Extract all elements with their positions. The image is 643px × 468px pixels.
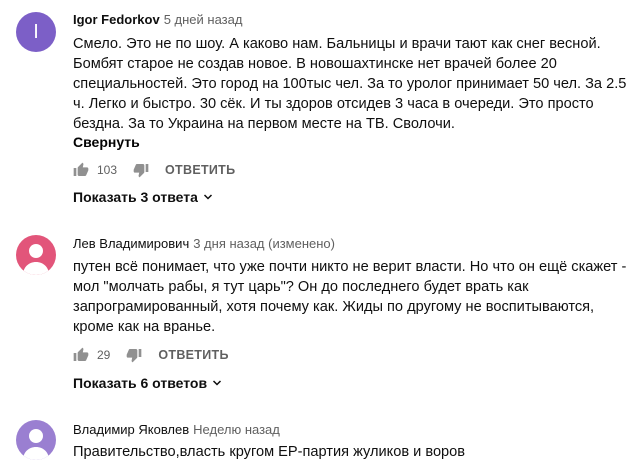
- comment-toolbar: 103 ОТВЕТИТЬ: [73, 158, 235, 182]
- author-name[interactable]: Igor Fedorkov: [73, 12, 160, 27]
- comment-text-line: бездна. За то Украина на первом месте на…: [73, 116, 455, 132]
- avatar[interactable]: I: [16, 12, 56, 52]
- like-button[interactable]: 29: [73, 347, 110, 363]
- comment-header: Владимир Яковлев Неделю назад: [73, 422, 280, 437]
- comment-text-line: Правительство,власть кругом ЕР-партия жу…: [73, 444, 466, 460]
- comment-text: Смело. Это не по шоу. А каково нам. Баль…: [73, 34, 628, 134]
- comment-text-line: специальностей. Это город на 100тыс чел.…: [73, 76, 627, 92]
- comment-text: Правительство,власть кругом ЕР-партия жу…: [73, 442, 628, 462]
- thumbs-down-icon: [133, 164, 149, 178]
- chevron-down-icon: [203, 194, 212, 200]
- author-name[interactable]: Лев Владимирович: [73, 236, 189, 251]
- comment-header: Igor Fedorkov 5 дней назад: [73, 12, 242, 27]
- like-button[interactable]: 103: [73, 162, 117, 178]
- comment-text-line: запрограмированный, хотя почему как. Жид…: [73, 299, 595, 315]
- comment-time[interactable]: Неделю назад: [193, 422, 280, 437]
- comment-text: путен всё понимает, что уже почти никто …: [73, 257, 628, 337]
- comment-toolbar: 29 ОТВЕТИТЬ: [73, 343, 229, 367]
- comment-text-line: путен всё понимает, что уже почти никто …: [73, 259, 627, 275]
- like-count: 29: [97, 348, 111, 362]
- comment-text-line: мол "молчать рабы, я тут царь"? Он до по…: [73, 279, 529, 295]
- comment-text-line: ч. Легко и быстро. 30 сёк. И ты здоров о…: [73, 96, 594, 112]
- show-replies-button[interactable]: Показать 3 ответа: [73, 189, 214, 205]
- comment-text-line: кроме как на вранье.: [73, 319, 216, 335]
- comment-time[interactable]: 3 дня назад (изменено): [193, 236, 335, 251]
- dislike-button[interactable]: [126, 347, 142, 363]
- comment-text-line: Бомбят старое не создав новое. В новошах…: [73, 56, 557, 72]
- reply-button[interactable]: ОТВЕТИТЬ: [165, 163, 235, 177]
- chevron-down-icon: [213, 380, 222, 386]
- thumbs-down-icon: [127, 349, 142, 363]
- avatar-letter: I: [33, 21, 39, 43]
- comment-header: Лев Владимирович 3 дня назад (изменено): [73, 236, 335, 251]
- show-replies-label: Показать 6 ответов: [73, 375, 208, 391]
- dislike-button[interactable]: [133, 162, 149, 178]
- user-silhouette-icon: [23, 244, 49, 275]
- like-count: 103: [97, 163, 118, 177]
- user-silhouette-icon: [23, 429, 49, 460]
- show-replies-button[interactable]: Показать 6 ответов: [73, 375, 223, 391]
- show-replies-label: Показать 3 ответа: [73, 189, 198, 205]
- avatar[interactable]: [16, 420, 56, 460]
- thumbs-up-icon: [73, 162, 89, 176]
- avatar[interactable]: [16, 235, 56, 275]
- author-name[interactable]: Владимир Яковлев: [73, 422, 189, 437]
- thumbs-up-icon: [73, 347, 89, 361]
- reply-button[interactable]: ОТВЕТИТЬ: [158, 348, 228, 362]
- comment-time[interactable]: 5 дней назад: [164, 12, 243, 27]
- comment-text-line: Смело. Это не по шоу. А каково нам. Баль…: [73, 36, 601, 52]
- collapse-link[interactable]: Свернуть: [73, 134, 140, 150]
